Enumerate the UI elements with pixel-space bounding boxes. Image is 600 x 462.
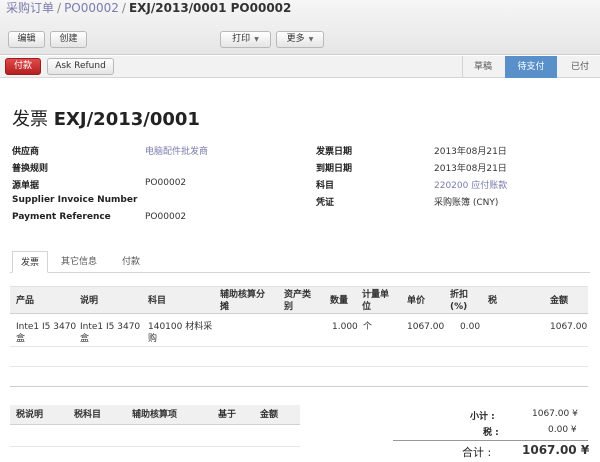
col-discount: 折扣 (%) <box>450 289 468 313</box>
col-uom-line1: 计量单 <box>362 290 390 300</box>
col-analytic-line2: 摊 <box>220 302 230 312</box>
col-amount: 金额 <box>550 296 569 306</box>
col-taxes: 税 <box>488 296 498 306</box>
invoice-date-value: 2013年08月21日 <box>434 147 507 157</box>
invoice-number: EXJ/2013/0001 <box>53 109 200 130</box>
supplier-value[interactable]: 电脑配件批发商 <box>145 144 208 157</box>
tab-invoice[interactable]: 发票 <box>12 251 49 273</box>
ask-refund-button[interactable]: Ask Refund <box>47 58 114 75</box>
cell-quantity: 1.000 <box>332 322 358 332</box>
col-asset-category: 资产类别 <box>284 289 311 313</box>
title-prefix: 发票 <box>12 109 48 130</box>
col-tax-amount: 金额 <box>260 410 279 420</box>
cell-description-line2: 盒 <box>80 334 90 344</box>
source-document-label: 源单据 <box>12 181 40 191</box>
col-uom-line2: 位 <box>362 302 372 312</box>
table-row-empty <box>10 347 588 367</box>
col-analytic: 辅助核算分摊 <box>220 289 265 313</box>
cell-unit-price: 1067.00 <box>407 322 445 332</box>
create-button[interactable]: 创建 <box>50 31 87 48</box>
stage-paid: 已付 <box>570 62 589 72</box>
breadcrumb-separator: / <box>57 1 62 15</box>
subtotal-label: 小计 : <box>470 412 495 422</box>
supplier-invoice-number-label: Supplier Invoice Number <box>12 195 138 205</box>
account-label: 科目 <box>316 181 335 191</box>
stage-divider <box>462 56 463 78</box>
print-button-label: 打印 <box>232 34 251 44</box>
cell-product-line2: 盒 <box>16 334 26 344</box>
cell-description: Inte1 I5 3470 盒 <box>80 321 140 345</box>
journal-value: 采购账簿 (CNY) <box>434 198 499 208</box>
caret-down-icon: ▼ <box>254 36 259 43</box>
col-asset-line2: 别 <box>284 302 294 312</box>
cell-account-line2: 购 <box>148 334 158 344</box>
grand-total-label: 合计 : <box>462 446 492 459</box>
col-quantity: 数量 <box>330 296 349 306</box>
breadcrumb: 采购订单 / PO00002/EXJ/2013/0001 PO00002 <box>6 0 291 16</box>
fiscal-position-label: 普换规则 <box>12 164 49 174</box>
tax-total-value: 0.00 ¥ <box>548 425 577 435</box>
breadcrumb-po[interactable]: PO00002 <box>64 1 119 15</box>
invoice-lines-header: 产品 说明 科目 辅助核算分摊 资产类别 数量 计量单位 单价 折扣 (%) 税 … <box>10 286 588 314</box>
payment-reference-label: Payment Reference <box>12 212 111 222</box>
journal-label: 凭证 <box>316 198 335 208</box>
stage-open: 待支付 <box>505 56 557 78</box>
col-discount-line2: (%) <box>450 302 468 312</box>
tax-row-empty <box>10 427 300 447</box>
breadcrumb-current: EXJ/2013/0001 PO00002 <box>128 1 292 15</box>
page-title: 发票 EXJ/2013/0001 <box>12 105 200 131</box>
more-button-label: 更多 <box>286 34 305 44</box>
breadcrumb-purchase-orders[interactable]: 采购订单 <box>6 1 54 15</box>
invoice-sheet: 发票 EXJ/2013/0001 供应商 电脑配件批发商 普换规则 源单据 PO… <box>0 79 600 462</box>
due-date-label: 到期日期 <box>316 164 353 174</box>
col-description: 说明 <box>80 296 99 306</box>
tax-lines-header: 税说明 税科目 辅助核算项 基于 金额 <box>10 405 300 425</box>
pay-button[interactable]: 付款 <box>5 58 41 75</box>
totals-divider <box>393 440 588 441</box>
tax-total-label: 税 : <box>483 428 499 438</box>
tab-payments[interactable]: 付款 <box>114 251 148 273</box>
col-tax-analytic: 辅助核算项 <box>132 410 178 420</box>
print-button[interactable]: 打印 ▼ <box>220 31 271 48</box>
col-tax-account: 税科目 <box>74 410 102 420</box>
payment-reference-value: PO00002 <box>145 212 187 222</box>
col-account: 科目 <box>148 296 167 306</box>
stage-draft: 草稿 <box>473 62 492 72</box>
col-unit-price: 单价 <box>407 296 426 306</box>
tab-bar: 发票 其它信息 付款 <box>10 251 590 273</box>
cell-product: Inte1 I5 3470 盒 <box>16 321 76 345</box>
more-button[interactable]: 更多 ▼ <box>276 31 324 48</box>
supplier-label: 供应商 <box>12 147 40 157</box>
col-tax-base: 基于 <box>218 410 237 420</box>
status-bar: 付款 Ask Refund 草稿 待支付 已付 <box>0 56 600 78</box>
invoice-date-label: 发票日期 <box>316 147 353 157</box>
breadcrumb-separator: / <box>121 1 126 15</box>
table-row[interactable]: Inte1 I5 3470 盒 Inte1 I5 3470 盒 140100 材料采… <box>10 315 588 347</box>
cell-product-line1: Inte1 I5 3470 <box>16 322 77 332</box>
cell-description-line1: Inte1 I5 3470 <box>80 322 141 332</box>
col-product: 产品 <box>16 296 35 306</box>
subtotal-value: 1067.00 ¥ <box>532 409 578 419</box>
cell-discount: 0.00 <box>460 322 481 332</box>
col-tax-description: 税说明 <box>16 410 44 420</box>
col-asset-line1: 资产类 <box>284 290 312 300</box>
col-uom: 计量单位 <box>362 289 389 313</box>
tab-other-info[interactable]: 其它信息 <box>53 251 105 273</box>
source-document-value: PO00002 <box>145 178 187 188</box>
edit-button[interactable]: 编辑 <box>8 31 45 48</box>
top-bar: 采购订单 / PO00002/EXJ/2013/0001 PO00002 编辑 创建… <box>0 0 600 55</box>
col-discount-line1: 折扣 <box>450 290 469 300</box>
cell-uom: 个 <box>363 322 373 332</box>
caret-down-icon: ▼ <box>308 36 314 43</box>
cell-account: 140100 材料采购 <box>148 321 212 345</box>
cell-amount: 1067.00 <box>550 322 588 332</box>
account-value[interactable]: 220200 应付账款 <box>434 178 507 191</box>
cell-account-line1: 140100 材料采 <box>148 322 213 332</box>
due-date-value: 2013年08月21日 <box>434 164 507 174</box>
grand-total-value: 1067.00 ¥ <box>522 443 590 457</box>
col-analytic-line1: 辅助核算分 <box>220 290 266 300</box>
table-row-empty <box>10 367 588 387</box>
